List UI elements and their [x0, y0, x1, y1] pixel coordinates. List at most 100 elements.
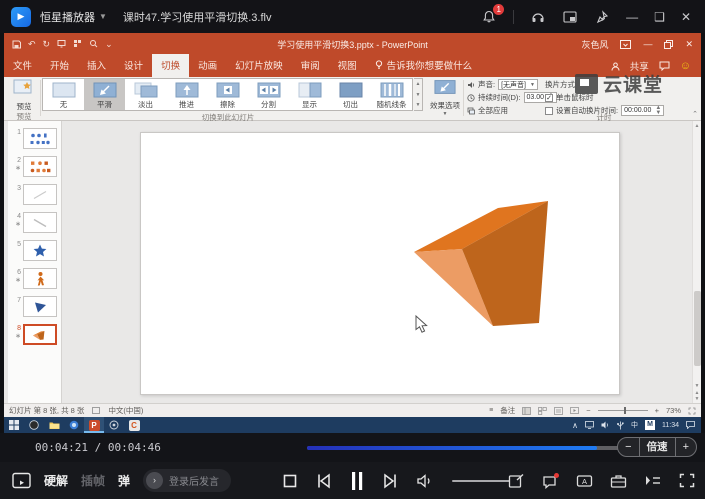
transition-push[interactable]: 推进	[166, 79, 207, 110]
slide-thumb-8[interactable]: 8∗	[8, 324, 61, 346]
editor-scrollbar[interactable]: ▲ ▼ ▲▼	[692, 121, 701, 403]
previous-button[interactable]	[316, 473, 331, 489]
slide-thumb-4[interactable]: 4∗	[8, 212, 61, 234]
transition-cut[interactable]: 切出	[330, 79, 371, 110]
transition-morph[interactable]: 平滑	[84, 79, 125, 110]
on-click-checkbox[interactable]: ✓	[545, 94, 553, 102]
tray-usb-icon[interactable]	[617, 421, 624, 430]
tray-pc-icon[interactable]	[585, 421, 594, 429]
tell-me-box[interactable]: 告诉我你想要做什么	[366, 54, 482, 77]
taskbar-recorder-icon[interactable]	[104, 417, 124, 433]
taskbar-file-explorer-icon[interactable]	[44, 417, 64, 433]
zoom-out-button[interactable]: −	[586, 406, 590, 415]
hw-decode-toggle[interactable]: 硬解	[44, 472, 68, 489]
collapse-ribbon-icon[interactable]: ⌃	[692, 110, 698, 118]
tab-slideshow[interactable]: 幻灯片放映	[226, 54, 292, 77]
zoom-slider[interactable]	[598, 410, 648, 411]
speed-button[interactable]: 倍速	[639, 438, 676, 456]
chevron-down-icon[interactable]: ▼	[99, 12, 107, 21]
taskbar-powerpoint-icon[interactable]: P	[84, 417, 104, 433]
view-normal-icon[interactable]	[522, 407, 531, 415]
tab-insert[interactable]: 插入	[78, 54, 115, 77]
view-slideshow-icon[interactable]	[570, 407, 579, 415]
zoom-in-button[interactable]: +	[655, 406, 659, 415]
apply-all-button[interactable]: 全部应用	[478, 105, 508, 116]
danmaku-settings-icon[interactable]	[542, 473, 559, 489]
tab-file[interactable]: 文件	[4, 54, 41, 77]
ribbon-display-icon[interactable]	[620, 40, 631, 49]
danmaku-input[interactable]: › 登录后发言	[143, 469, 231, 492]
tab-animations[interactable]: 动画	[189, 54, 226, 77]
slide-canvas[interactable]	[140, 132, 620, 395]
taskbar-browser-blue-icon[interactable]	[64, 417, 84, 433]
volume-icon[interactable]	[417, 474, 433, 488]
seek-bar[interactable]	[307, 446, 640, 450]
effect-options-button[interactable]: 效果选项 ▼	[428, 79, 462, 119]
minimize-button[interactable]: —	[626, 10, 638, 24]
next-button[interactable]	[383, 473, 398, 489]
close-button[interactable]: ✕	[681, 10, 691, 24]
ppt-account-name[interactable]: 灰色风	[581, 38, 608, 51]
notes-edit-icon[interactable]	[508, 473, 525, 489]
transition-fade[interactable]: 淡出	[125, 79, 166, 110]
auto-advance-checkbox[interactable]	[545, 107, 553, 115]
zoom-slider-knob[interactable]	[624, 407, 626, 414]
start-button[interactable]	[4, 417, 24, 433]
fullscreen-icon[interactable]	[679, 473, 695, 488]
view-sorter-icon[interactable]	[538, 407, 547, 415]
tray-input-indicator[interactable]: 中	[631, 420, 638, 430]
speed-up-button[interactable]: +	[676, 438, 696, 456]
maximize-button[interactable]: ❑	[654, 10, 665, 24]
mini-window-icon[interactable]	[562, 9, 578, 25]
tray-chevron-icon[interactable]: ∧	[572, 421, 578, 430]
transition-split[interactable]: 分割	[248, 79, 289, 110]
fit-to-window-icon[interactable]	[688, 407, 696, 415]
smiley-icon[interactable]: ☺	[680, 60, 691, 72]
taskbar-app-browser-dark-icon[interactable]	[24, 417, 44, 433]
danmaku-toggle[interactable]: 弹	[118, 472, 130, 489]
notes-button[interactable]: 备注	[500, 405, 515, 416]
tab-design[interactable]: 设计	[115, 54, 152, 77]
tray-notification-icon[interactable]	[686, 421, 695, 429]
pin-icon[interactable]	[594, 9, 610, 25]
transition-random-bars[interactable]: 随机线条	[371, 79, 412, 110]
language-indicator[interactable]: 中文(中国)	[108, 405, 143, 416]
scrollbar-thumb[interactable]	[694, 291, 701, 366]
notification-bell-icon[interactable]: 1	[481, 9, 497, 25]
toolbox-icon[interactable]	[610, 473, 627, 489]
preview-button[interactable]: 预览	[9, 79, 39, 111]
headphones-icon[interactable]	[530, 9, 546, 25]
gallery-scroll-buttons[interactable]: ▲▼▼	[414, 78, 423, 111]
transition-reveal[interactable]: 显示	[289, 79, 330, 110]
taskbar-c-app-icon[interactable]: C	[124, 417, 144, 433]
frame-interp-toggle[interactable]: 插帧	[81, 472, 105, 489]
subtitle-icon[interactable]: A	[576, 473, 593, 489]
slide-thumb-7[interactable]: 7	[8, 296, 61, 318]
mini-player-icon[interactable]	[12, 472, 31, 489]
tab-home[interactable]: 开始	[41, 54, 78, 77]
tab-review[interactable]: 审阅	[292, 54, 329, 77]
slide-thumb-1[interactable]: 1	[8, 128, 61, 150]
video-frame[interactable]: ↶ ↻ ⌄ 学习使用平滑切换3.pptx - PowerPoint 灰色风 — …	[4, 33, 701, 433]
zoom-percentage[interactable]: 73%	[666, 406, 681, 415]
app-name[interactable]: 恒星播放器	[40, 9, 95, 25]
ppt-close-button[interactable]: ✕	[685, 39, 693, 50]
slide-thumb-6[interactable]: 6∗	[8, 268, 61, 290]
tray-volume-icon[interactable]	[601, 421, 610, 429]
tray-clock[interactable]: 11:34	[662, 422, 679, 429]
slide-thumb-5[interactable]: 5	[8, 240, 61, 262]
transition-wipe[interactable]: 擦除	[207, 79, 248, 110]
ppt-minimize-button[interactable]: —	[643, 39, 652, 49]
stop-button[interactable]	[283, 474, 297, 488]
slide-thumb-3[interactable]: 3	[8, 184, 61, 206]
tab-transitions[interactable]: 切换	[152, 54, 189, 77]
slide-thumb-2[interactable]: 2∗	[8, 156, 61, 178]
ppt-restore-button[interactable]	[664, 40, 673, 49]
sound-select[interactable]: [无声音]▼	[498, 79, 538, 90]
playlist-icon[interactable]	[644, 473, 662, 488]
view-reading-icon[interactable]	[554, 407, 563, 415]
volume-slider[interactable]	[452, 480, 510, 482]
pause-button[interactable]	[350, 471, 364, 491]
speed-down-button[interactable]: −	[618, 438, 638, 456]
tab-view[interactable]: 视图	[329, 54, 366, 77]
